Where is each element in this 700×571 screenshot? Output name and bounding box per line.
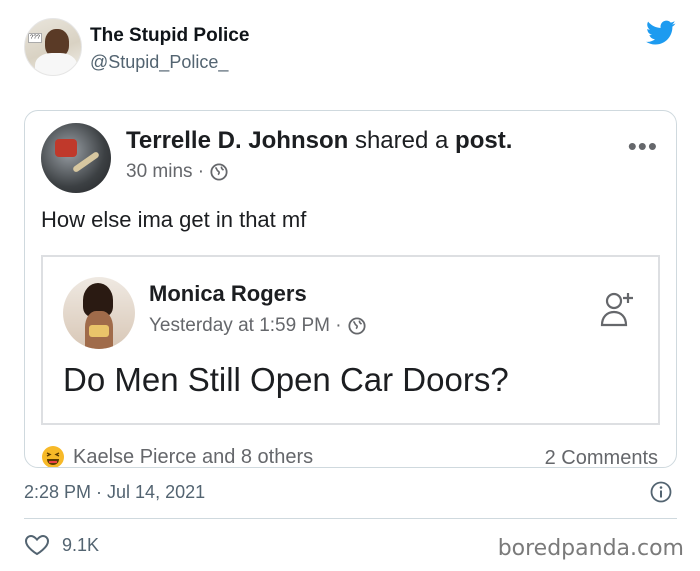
avatar-top [89,325,109,337]
shared-author-name[interactable]: Monica Rogers [149,281,307,307]
more-options-icon[interactable]: ••• [628,133,658,159]
shared-post-meta: Yesterday at 1:59 PM · [149,315,366,337]
poster-name[interactable]: Terrelle D. Johnson [126,127,348,154]
globe-icon [348,317,366,335]
poster-avatar[interactable] [41,123,111,193]
comments-count[interactable]: 2 Comments [545,447,658,467]
shared-author-avatar[interactable] [63,277,135,349]
reactions-text: Kaelse Pierce and 8 others [73,445,314,468]
twitter-bird-icon[interactable] [646,20,676,46]
tweet-header: ??? The Stupid Police @Stupid_Police_ [24,18,684,80]
avatar-shirt [35,53,77,75]
reactions-summary[interactable]: Kaelse Pierce and 8 others [41,445,314,468]
add-friend-icon[interactable] [600,289,634,327]
watermark: boredpanda.com [497,536,684,561]
info-icon[interactable] [650,481,672,503]
likes[interactable]: 9.1K [24,534,99,556]
shared-action-text: shared a [354,127,449,154]
post-time[interactable]: 30 mins · [126,161,204,183]
display-name[interactable]: The Stupid Police [90,25,249,47]
shared-post-card[interactable]: Monica Rogers Yesterday at 1:59 PM · Do … [41,255,660,425]
shared-post-question: Do Men Still Open Car Doors? [63,361,509,398]
heart-icon[interactable] [24,534,50,556]
laugh-emoji-icon [42,446,64,467]
post-link[interactable]: post. [455,127,512,154]
post-meta: 30 mins · [126,161,228,183]
shared-post-time[interactable]: Yesterday at 1:59 PM · [149,315,342,337]
globe-icon [210,163,228,181]
post-title: Terrelle D. Johnson shared a post. [126,127,512,155]
avatar[interactable]: ??? [24,18,82,76]
avatar-sign: ??? [28,33,42,43]
likes-count: 9.1K [62,534,100,555]
post-text: How else ima get in that mf [41,207,307,232]
avatar-shirt [55,139,77,157]
tweet-timestamp[interactable]: 2:28 PM · Jul 14, 2021 [24,482,205,503]
user-handle[interactable]: @Stupid_Police_ [90,52,228,73]
embedded-facebook-post[interactable]: Terrelle D. Johnson shared a post. 30 mi… [24,110,677,468]
divider [24,518,677,519]
